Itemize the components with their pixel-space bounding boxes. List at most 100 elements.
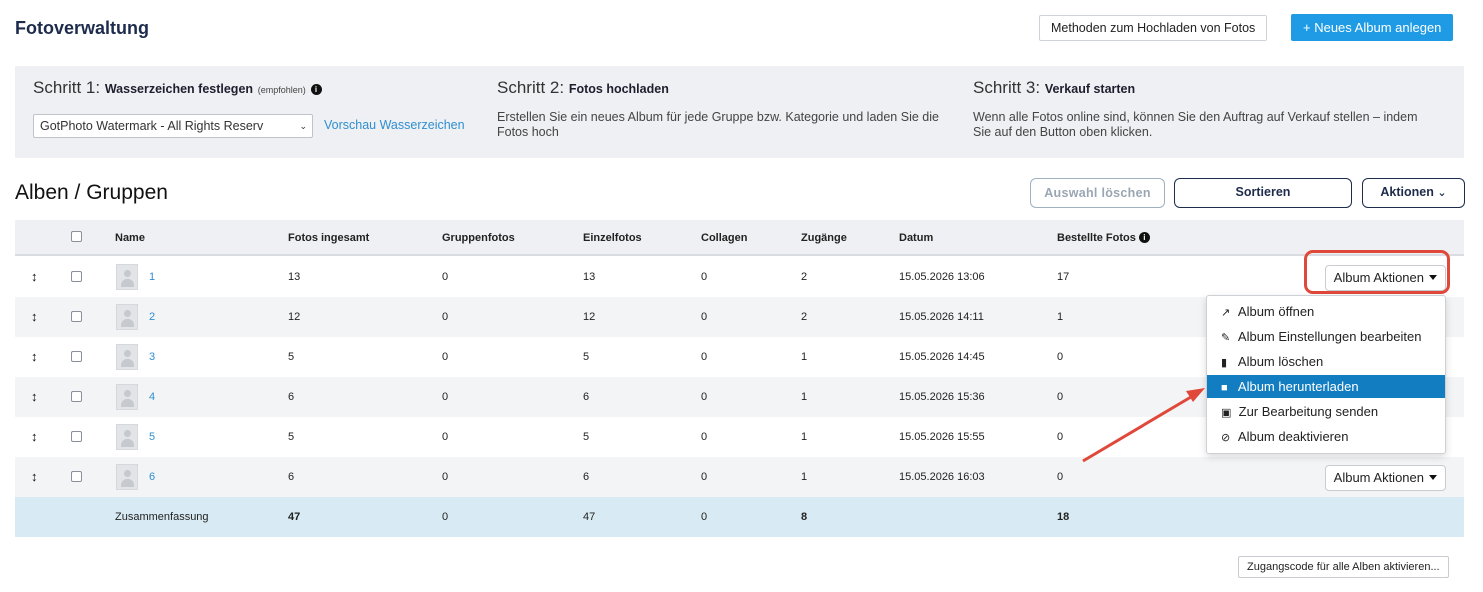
cell-total: 6: [288, 391, 295, 403]
cell-single: 5: [583, 351, 590, 363]
drag-handle-icon[interactable]: ↕: [31, 349, 38, 364]
summary-total: 47: [288, 511, 301, 523]
step-1-note: (empfohlen): [257, 85, 306, 95]
cell-access: 1: [801, 431, 808, 443]
cell-single: 6: [583, 391, 590, 403]
drag-handle-icon[interactable]: ↕: [31, 389, 38, 404]
album-thumbnail: [116, 384, 138, 410]
menu-item-label: Zur Bearbeitung senden: [1238, 404, 1379, 419]
menu-item-edit-settings[interactable]: ✎ Album Einstellungen bearbeiten: [1207, 325, 1445, 348]
watermark-preview-link[interactable]: Vorschau Wasserzeichen: [324, 118, 465, 132]
row-checkbox[interactable]: [71, 431, 82, 442]
cell-collages: 0: [701, 351, 708, 363]
album-thumbnail: [116, 464, 138, 490]
menu-item-open-album[interactable]: ↗ Album öffnen: [1207, 300, 1445, 323]
summary-ordered: 18: [1057, 511, 1070, 523]
info-icon[interactable]: i: [310, 84, 322, 95]
summary-collages: 0: [701, 511, 708, 523]
table-header: Name Fotos ingesamt Gruppenfotos Einzelf…: [15, 220, 1464, 256]
cell-total: 13: [288, 271, 301, 283]
activate-access-codes-button[interactable]: Zugangscode für alle Alben aktivieren...: [1238, 556, 1449, 578]
menu-item-download-album[interactable]: ■ Album herunterladen: [1207, 375, 1445, 398]
edit-square-icon: ▣: [1221, 407, 1232, 419]
column-header: Name: [115, 232, 145, 244]
column-header: Bestellte Fotos i: [1057, 232, 1150, 244]
caret-down-icon: [1429, 475, 1437, 480]
watermark-select[interactable]: GotPhoto Watermark - All Rights Reserv ⌄: [33, 114, 313, 138]
cell-group: 0: [442, 351, 449, 363]
albums-title: Alben / Gruppen: [15, 181, 168, 204]
column-header: Zugänge: [801, 232, 847, 244]
drag-handle-icon[interactable]: ↕: [31, 309, 38, 324]
summary-single: 47: [583, 511, 596, 523]
summary-row: Zusammenfassung 47 0 47 0 8 18: [15, 497, 1464, 537]
external-link-icon: ↗: [1221, 307, 1231, 319]
watermark-select-value: GotPhoto Watermark - All Rights Reserv: [40, 119, 264, 133]
select-all-checkbox[interactable]: [71, 231, 82, 242]
cell-ordered: 1: [1057, 311, 1064, 323]
album-thumbnail: [116, 304, 138, 330]
row-checkbox[interactable]: [71, 391, 82, 402]
cell-group: 0: [442, 311, 449, 323]
step-2-prefix: Schritt 2:: [497, 78, 565, 97]
cell-single: 6: [583, 471, 590, 483]
column-header: Datum: [899, 232, 934, 244]
cell-date: 15.05.2026 16:03: [899, 471, 985, 483]
info-icon[interactable]: i: [1138, 232, 1150, 243]
step-2-title: Fotos hochladen: [568, 82, 669, 96]
drag-handle-icon[interactable]: ↕: [31, 469, 38, 484]
album-name-link[interactable]: 2: [149, 311, 155, 323]
menu-item-deactivate-album[interactable]: ⊘ Album deaktivieren: [1207, 425, 1445, 448]
row-checkbox[interactable]: [71, 311, 82, 322]
cell-date: 15.05.2026 14:11: [899, 311, 984, 323]
album-name-link[interactable]: 3: [149, 351, 155, 363]
table-row[interactable]: ↕ 1 13 0 13 0 2 15.05.2026 13:06 17 Albu…: [15, 257, 1464, 297]
cell-collages: 0: [701, 391, 708, 403]
steps-panel: Schritt 1: Wasserzeichen festlegen (empf…: [15, 66, 1464, 158]
drag-handle-icon[interactable]: ↕: [31, 429, 38, 444]
sort-button[interactable]: Sortieren: [1174, 178, 1352, 208]
chevron-down-icon: ⌄: [299, 121, 307, 131]
cell-ordered: 17: [1057, 271, 1070, 283]
actions-dropdown-button[interactable]: Aktionen ⌄: [1362, 178, 1465, 208]
table-row[interactable]: ↕ 6 6 0 6 0 1 15.05.2026 16:03 0 Album A…: [15, 457, 1464, 497]
cell-date: 15.05.2026 15:36: [899, 391, 985, 403]
step-1-title: Wasserzeichen festlegen: [104, 82, 254, 96]
step-1: Schritt 1: Wasserzeichen festlegen (empf…: [33, 78, 465, 138]
chevron-down-icon: ⌄: [1437, 187, 1447, 199]
album-name-link[interactable]: 6: [149, 471, 155, 483]
album-name-link[interactable]: 4: [149, 391, 155, 403]
summary-access: 8: [801, 511, 808, 523]
column-header: Gruppenfotos: [442, 232, 515, 244]
new-album-button[interactable]: + Neues Album anlegen: [1291, 14, 1454, 41]
menu-item-label: Album löschen: [1237, 354, 1324, 369]
cell-date: 15.05.2026 14:45: [899, 351, 985, 363]
menu-item-label: Album herunterladen: [1237, 379, 1359, 394]
ban-icon: ⊘: [1221, 432, 1231, 444]
cell-ordered: 0: [1057, 351, 1064, 363]
album-actions-button[interactable]: Album Aktionen: [1324, 465, 1446, 491]
menu-item-send-to-editing[interactable]: ▣ Zur Bearbeitung senden: [1207, 400, 1445, 423]
row-checkbox[interactable]: [71, 351, 82, 362]
cell-ordered: 0: [1057, 471, 1064, 483]
album-thumbnail: [116, 424, 138, 450]
row-checkbox[interactable]: [71, 271, 82, 282]
actions-label: Aktionen: [1380, 185, 1434, 199]
step-2-text: Erstellen Sie ein neues Album für jede G…: [497, 110, 939, 139]
cell-ordered: 0: [1057, 391, 1064, 403]
row-checkbox[interactable]: [71, 471, 82, 482]
clear-selection-button[interactable]: Auswahl löschen: [1030, 178, 1165, 208]
album-thumbnail: [116, 264, 138, 290]
album-name-link[interactable]: 1: [149, 271, 155, 283]
drag-handle-icon[interactable]: ↕: [31, 269, 38, 284]
cell-access: 2: [801, 271, 808, 283]
album-name-link[interactable]: 5: [149, 431, 155, 443]
menu-item-label: Album öffnen: [1237, 304, 1315, 319]
step-3-heading: Schritt 3: Verkauf starten: [973, 78, 1433, 98]
menu-item-label: Album Einstellungen bearbeiten: [1237, 329, 1422, 344]
upload-methods-button[interactable]: Methoden zum Hochladen von Fotos: [1039, 15, 1268, 41]
menu-item-label: Album deaktivieren: [1237, 429, 1349, 444]
cell-access: 1: [801, 351, 808, 363]
step-2: Schritt 2: Fotos hochladen Erstellen Sie…: [497, 78, 967, 140]
menu-item-delete-album[interactable]: ▮ Album löschen: [1207, 350, 1445, 373]
